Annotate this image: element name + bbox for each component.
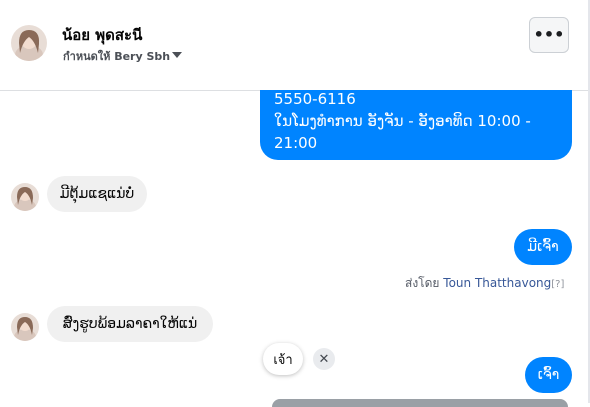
dismiss-glyph: ✕ — [318, 351, 330, 367]
sent-by-author[interactable]: Toun Thatthavong — [443, 276, 551, 290]
outgoing-message-info: 5550-6116 ໃນໂມງທຳການ ອັງຈັນ - ອັງອາທິດ 1… — [260, 90, 572, 160]
avatar[interactable] — [11, 313, 39, 341]
help-link[interactable]: [?] — [551, 279, 564, 290]
more-icon: ••• — [533, 25, 565, 44]
contact-name: น้อย พุดสะนี — [62, 26, 143, 44]
message-text: ມີຕຸ້ມແຊແນ່ບໍ່ — [59, 186, 135, 202]
quick-reply-label: เจ้า — [273, 352, 293, 368]
message-text: ສົ່ງຮູບພ້ອມລາຄາໃຫ້ແນ່ — [62, 316, 198, 332]
message-line: 21:00 — [274, 134, 318, 152]
message-line: ໃນໂມງທຳການ ອັງຈັນ - ອັງອາທິດ 10:00 - — [274, 112, 531, 130]
message-text: ເຈົ້າ — [537, 367, 560, 383]
sent-by-prefix: ส่งโดย — [405, 276, 444, 290]
incoming-message: ສົ່ງຮູບພ້ອມລາຄາໃຫ້ແນ່ — [47, 306, 213, 342]
conversation-header: น้อย พุดสะนี กำหนดให้ Bery Sbh ••• — [0, 0, 590, 91]
quick-reply-chip[interactable]: เจ้า — [263, 343, 303, 375]
close-icon[interactable]: ✕ — [313, 348, 335, 370]
avatar[interactable] — [11, 25, 47, 61]
outgoing-message: ມີເຈົ້າ — [514, 229, 572, 265]
image-attachment-preview[interactable] — [272, 399, 568, 407]
caret-down-icon[interactable] — [172, 52, 182, 58]
more-options-button[interactable]: ••• — [529, 17, 569, 53]
incoming-message: ມີຕຸ້ມແຊແນ່ບໍ່ — [47, 176, 147, 212]
avatar[interactable] — [11, 183, 39, 211]
sent-by-label: ส่งโดย Toun Thatthavong[?] — [405, 274, 564, 293]
message-line: 5550-6116 — [274, 90, 356, 108]
message-text: ມີເຈົ້າ — [527, 239, 559, 255]
assigned-to[interactable]: กำหนดให้ Bery Sbh — [63, 47, 170, 65]
outgoing-message: ເຈົ້າ — [525, 357, 572, 393]
